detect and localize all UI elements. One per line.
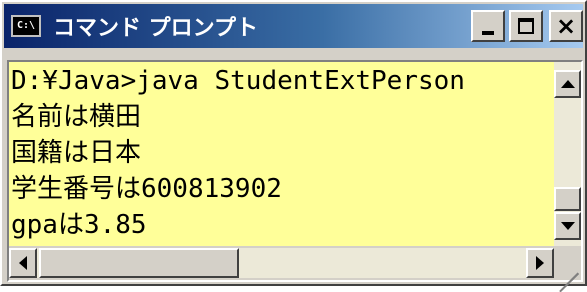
scroll-right-button[interactable] (526, 248, 554, 278)
horizontal-scrollbar[interactable] (9, 248, 554, 278)
console-output[interactable]: D:¥Java>java StudentExtPerson 名前は横田 国籍は日… (9, 62, 554, 246)
minimize-button[interactable] (471, 10, 505, 42)
arrow-down-icon (560, 222, 575, 230)
console-line: 学生番号は600813902 (11, 174, 282, 204)
title-bar[interactable]: C:\ コマンド プロンプト × (4, 4, 583, 48)
arrow-left-icon (19, 256, 27, 270)
maximize-icon (518, 18, 534, 34)
console-line: D:¥Java>java StudentExtPerson (11, 66, 465, 96)
title-bar-buttons: × (471, 10, 583, 42)
console-line: gpaは3.85 (11, 210, 147, 240)
console-icon[interactable]: C:\ (11, 15, 41, 37)
vertical-scrollbar[interactable] (554, 62, 581, 246)
grip-icon (559, 272, 579, 292)
console-line: 国籍は日本 (11, 138, 142, 168)
arrow-up-icon (560, 80, 575, 88)
vertical-scroll-thumb[interactable] (554, 187, 581, 211)
scroll-left-button[interactable] (9, 248, 37, 278)
scroll-down-button[interactable] (554, 212, 581, 240)
scroll-up-button[interactable] (554, 70, 581, 98)
maximize-button[interactable] (509, 10, 543, 42)
minimize-icon (482, 31, 494, 35)
resize-grip[interactable] (554, 248, 581, 292)
horizontal-scroll-thumb[interactable] (39, 248, 239, 278)
console-line: 名前は横田 (11, 102, 142, 132)
console-client-area: D:¥Java>java StudentExtPerson 名前は横田 国籍は日… (7, 60, 583, 292)
command-prompt-window: C:\ コマンド プロンプト × D:¥Java>java StudentExt… (0, 0, 587, 292)
arrow-right-icon (536, 256, 544, 270)
close-icon: × (555, 12, 577, 40)
close-button[interactable]: × (549, 10, 583, 42)
window-title: コマンド プロンプト (53, 16, 258, 41)
